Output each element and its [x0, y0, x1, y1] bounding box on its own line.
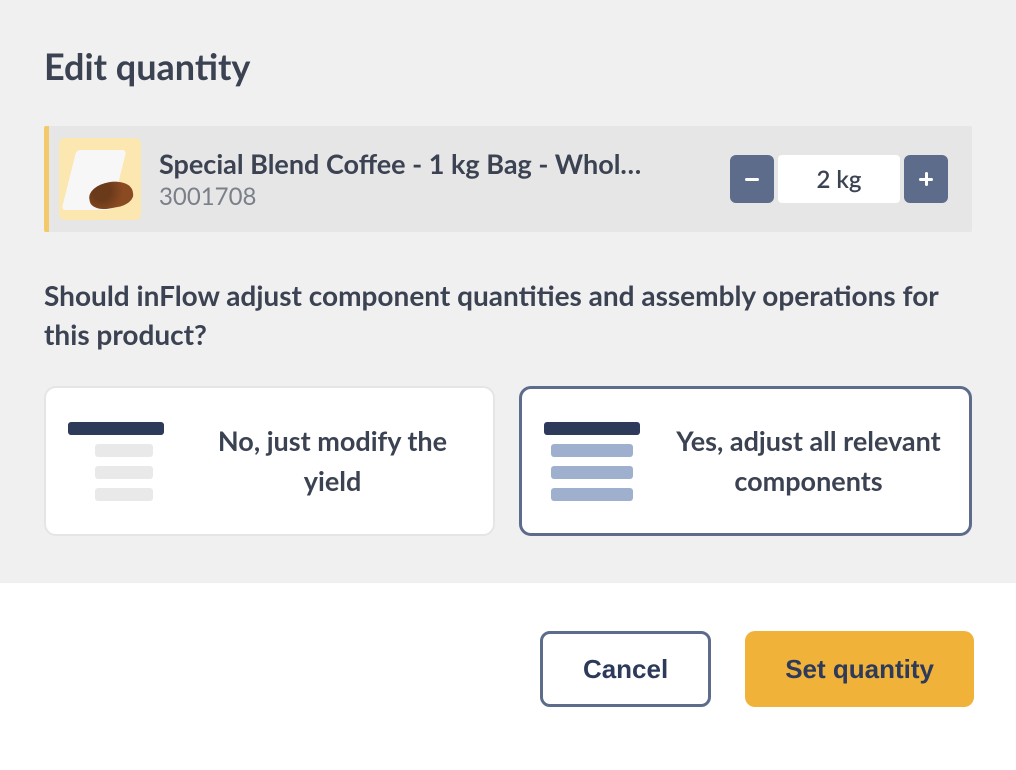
option-no-label: No, just modify the yield: [194, 421, 471, 502]
product-sku: 3001708: [159, 182, 712, 211]
product-thumbnail: [59, 138, 141, 220]
dialog-title: Edit quantity: [44, 44, 972, 88]
option-no-modify-yield[interactable]: No, just modify the yield: [44, 386, 495, 536]
option-yes-label: Yes, adjust all relevant components: [670, 421, 947, 502]
option-yes-adjust-all[interactable]: Yes, adjust all relevant components: [519, 386, 972, 536]
set-quantity-button[interactable]: Set quantity: [745, 631, 974, 707]
increment-button[interactable]: [904, 155, 948, 203]
product-row: Special Blend Coffee - 1 kg Bag - Whole …: [44, 126, 972, 232]
adjust-question: Should inFlow adjust component quantitie…: [44, 276, 972, 354]
list-partial-icon: [68, 422, 164, 501]
list-full-icon: [544, 422, 640, 501]
cancel-button[interactable]: Cancel: [540, 631, 711, 707]
decrement-button[interactable]: [730, 155, 774, 203]
quantity-stepper: 2 kg: [730, 155, 948, 203]
dialog-footer: Cancel Set quantity: [0, 582, 1016, 753]
product-name: Special Blend Coffee - 1 kg Bag - Whole …: [159, 147, 649, 180]
quantity-value[interactable]: 2 kg: [778, 155, 900, 203]
